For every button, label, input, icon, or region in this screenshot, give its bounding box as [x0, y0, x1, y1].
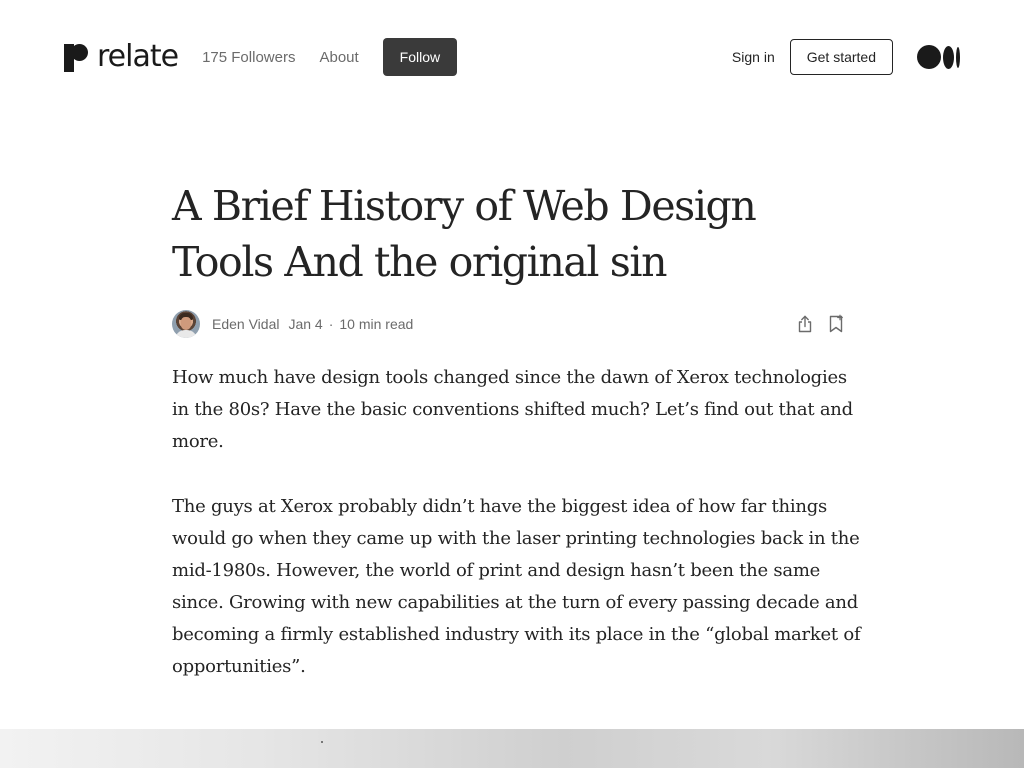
- author-avatar[interactable]: [172, 310, 200, 338]
- brand-logo[interactable]: relate: [64, 39, 179, 74]
- publish-date: Jan 4: [288, 316, 323, 332]
- publication-header: relate 175 Followers About Follow Sign i…: [64, 38, 960, 76]
- author-name[interactable]: Eden Vidal: [212, 316, 279, 332]
- followers-link[interactable]: 175 Followers: [202, 49, 295, 66]
- follow-button[interactable]: Follow: [382, 38, 458, 76]
- bookmark-icon[interactable]: [825, 313, 847, 335]
- article-paragraph: The guys at Xerox probably didn’t have t…: [172, 496, 861, 677]
- relate-logo-icon: [64, 44, 90, 72]
- article-actions: [794, 313, 847, 335]
- medium-logo-icon[interactable]: [917, 44, 960, 70]
- sign-in-link[interactable]: Sign in: [732, 49, 775, 65]
- article: A Brief History of Web Design Tools And …: [172, 178, 862, 683]
- meta-separator: ·: [328, 316, 334, 332]
- about-link[interactable]: About: [319, 49, 358, 66]
- article-paragraph: How much have design tools changed since…: [172, 367, 853, 452]
- get-started-button[interactable]: Get started: [789, 39, 893, 75]
- article-byline: Eden Vidal Jan 4 · 10 min read: [172, 310, 862, 338]
- article-hero-image: [0, 729, 1024, 768]
- article-title: A Brief History of Web Design Tools And …: [172, 182, 757, 286]
- read-time: 10 min read: [339, 316, 414, 332]
- brand-name: relate: [97, 39, 179, 74]
- share-icon[interactable]: [794, 313, 816, 335]
